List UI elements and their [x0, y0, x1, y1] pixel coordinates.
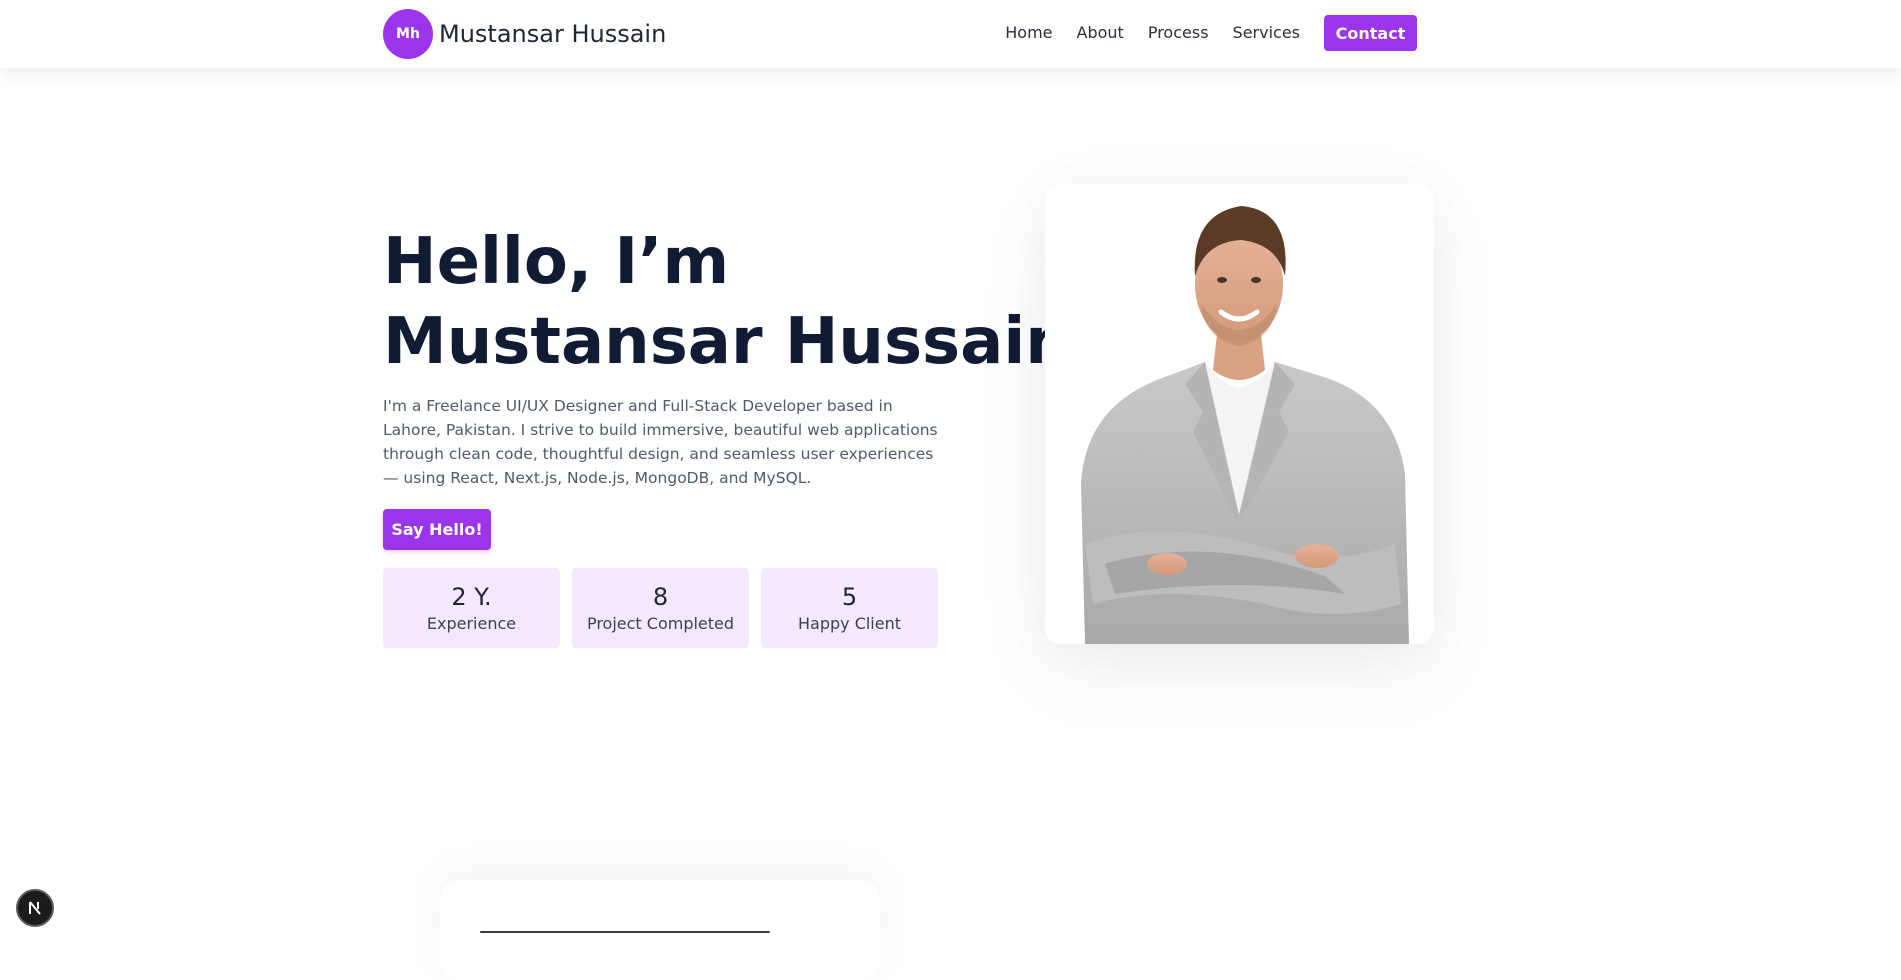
- profile-photo: [1045, 184, 1434, 644]
- stat-value: 5: [841, 582, 858, 611]
- stat-value: 8: [652, 582, 669, 611]
- next-section-card: [440, 880, 880, 980]
- profile-photo-illustration: [1045, 184, 1434, 644]
- site-header: Mh Mustansar Hussain Home About Process …: [0, 0, 1901, 68]
- say-hello-button[interactable]: Say Hello!: [383, 509, 491, 550]
- nextjs-glyph: [29, 901, 41, 915]
- hero-title-line2: Mustansar Hussain: [383, 305, 1071, 379]
- main-nav: Home About Process Services Contact: [1005, 15, 1417, 51]
- stat-card-experience: 2 Y. Experience: [383, 568, 560, 648]
- nav-home[interactable]: Home: [1005, 15, 1052, 51]
- stat-label: Experience: [426, 613, 517, 633]
- stat-value: 2 Y.: [451, 582, 492, 611]
- stats-row: 2 Y. Experience 8 Project Completed 5 Ha…: [383, 568, 950, 648]
- hero-title: Hello, I’m Mustansar Hussain: [383, 222, 1071, 382]
- next-section-divider: [480, 931, 770, 933]
- nextjs-icon[interactable]: [16, 889, 54, 927]
- nav-about[interactable]: About: [1077, 15, 1124, 51]
- brand-logo[interactable]: Mh Mustansar Hussain: [383, 9, 666, 59]
- stat-label: Project Completed: [586, 613, 735, 633]
- hero-description: I'm a Freelance UI/UX Designer and Full-…: [383, 397, 938, 487]
- contact-button[interactable]: Contact: [1324, 15, 1417, 51]
- stat-card-clients: 5 Happy Client: [761, 568, 938, 648]
- logo-circle: Mh: [383, 9, 433, 59]
- nav-process[interactable]: Process: [1148, 15, 1209, 51]
- nav-services[interactable]: Services: [1233, 15, 1300, 51]
- stat-card-projects: 8 Project Completed: [572, 568, 749, 648]
- stat-label: Happy Client: [797, 613, 902, 633]
- brand-name: Mustansar Hussain: [439, 20, 667, 48]
- hero-title-line1: Hello, I’m: [383, 225, 730, 299]
